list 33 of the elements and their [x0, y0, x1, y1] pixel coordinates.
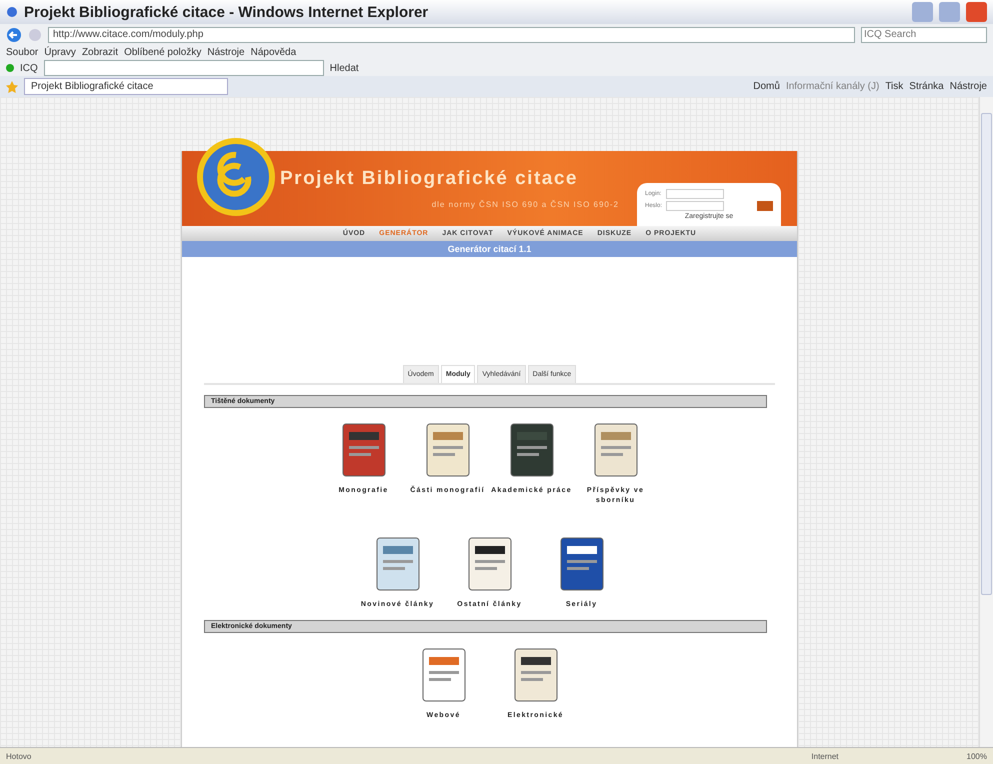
login-field[interactable]: [666, 189, 724, 199]
command-button[interactable]: Tisk: [885, 81, 904, 92]
back-icon[interactable]: [6, 26, 22, 42]
site-subtitle: dle normy ČSN ISO 690 a ČSN ISO 690-2: [432, 200, 619, 209]
maximize-button[interactable]: [939, 2, 960, 22]
command-button[interactable]: Nástroje: [950, 81, 987, 92]
command-button[interactable]: Stránka: [909, 81, 944, 92]
menu-item[interactable]: Nápověda: [250, 47, 296, 58]
zoom-text[interactable]: 100%: [966, 752, 987, 760]
menu-item[interactable]: Úpravy: [44, 47, 76, 58]
search-field[interactable]: ICQ Search: [861, 26, 987, 42]
browser-tab[interactable]: Projekt Bibliografické citace: [24, 78, 228, 95]
toolbar-label[interactable]: ICQ: [20, 62, 38, 74]
minimize-button[interactable]: [912, 2, 933, 22]
logo-icon: [196, 137, 276, 217]
zone-text: Internet: [811, 752, 839, 760]
submit-button[interactable]: [757, 201, 773, 211]
scrollbar[interactable]: [979, 97, 993, 747]
site-title: Projekt Bibliografické citace: [280, 168, 578, 190]
window-title: Projekt Bibliografické citace - Windows Internet Explorer: [24, 4, 430, 20]
menu-item[interactable]: Oblíbené položky: [124, 47, 202, 58]
close-button[interactable]: [966, 2, 987, 22]
search-button[interactable]: Hledat: [330, 62, 359, 74]
command-button[interactable]: Domů: [753, 81, 780, 92]
toolbar-search-field[interactable]: [44, 60, 324, 76]
page-banner: Generátor citací 1.1: [182, 241, 797, 257]
password-field[interactable]: [666, 201, 724, 211]
address-field[interactable]: http://www.citace.com/moduly.php: [48, 26, 855, 42]
status-text: Hotovo: [6, 752, 32, 760]
menu-item[interactable]: Nástroje: [207, 47, 245, 58]
star-icon[interactable]: [6, 80, 18, 92]
menu-item[interactable]: Soubor: [6, 47, 38, 58]
menu-item[interactable]: Zobrazit: [82, 47, 118, 58]
